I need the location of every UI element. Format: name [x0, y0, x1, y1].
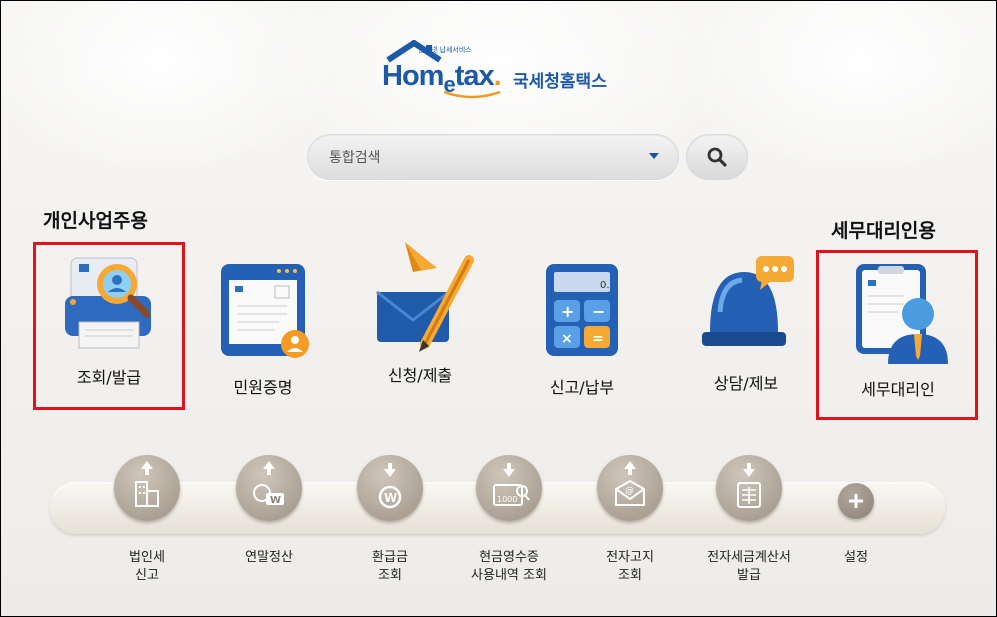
- search-button[interactable]: [686, 134, 748, 180]
- svg-text:W: W: [270, 495, 281, 506]
- logo-swoosh: [443, 90, 501, 99]
- svg-text:0.: 0.: [600, 280, 610, 291]
- menu-tile-tax-agent[interactable]: 세무대리인: [828, 264, 968, 400]
- quick-btn-cash-receipt[interactable]: 1000: [476, 455, 542, 521]
- quick-label-corporate-tax: 법인세 신고: [129, 550, 165, 583]
- receipt-search-icon: 1000: [493, 463, 530, 506]
- quick-label-year-end-settlement: 연말정산: [245, 550, 293, 565]
- menu-tile-consultation[interactable]: 상담/제보: [676, 252, 816, 394]
- dropdown-arrow-icon[interactable]: [649, 153, 659, 159]
- quick-btn-corporate-tax[interactable]: [114, 455, 180, 521]
- svg-text:1000: 1000: [497, 495, 517, 504]
- quick-label-refund-inquiry: 환급금 조회: [372, 550, 408, 583]
- menu-tile-civil-certificate[interactable]: 민원증명: [193, 262, 333, 398]
- logo-tagline: 인터넷 납세서비스: [418, 46, 472, 54]
- logo-korean-name: 국세청홈택스: [513, 72, 607, 92]
- section-label-agent: 세무대리인용: [831, 220, 936, 242]
- magnifier-document-icon: [59, 252, 159, 352]
- quick-label-settings: 설정: [844, 550, 868, 565]
- quick-btn-refund-inquiry[interactable]: W: [357, 455, 423, 521]
- building-upload-icon: [135, 461, 159, 507]
- menu-tile-inquiry[interactable]: 조회/발급: [39, 252, 179, 388]
- quick-btn-e-tax-invoice[interactable]: [716, 455, 782, 521]
- agent-person-icon: [848, 264, 948, 364]
- won-person-upload-icon: W: [253, 461, 284, 506]
- invoice-download-icon: [737, 463, 761, 508]
- svg-text:+: +: [561, 302, 574, 321]
- siren-chat-icon: [696, 252, 796, 352]
- menu-tile-label: 신청/제출: [387, 366, 453, 385]
- calculator-icon: 0. + − × =: [532, 262, 632, 362]
- svg-text:×: ×: [561, 331, 573, 347]
- quick-label-cash-receipt: 현금영수증 사용내역 조회: [471, 550, 547, 583]
- certificate-document-icon: [213, 262, 313, 362]
- quick-label-e-notice: 전자고지 조회: [606, 550, 654, 583]
- svg-text:=: =: [592, 331, 604, 347]
- search-input[interactable]: [329, 134, 619, 180]
- menu-tile-label: 민원증명: [233, 378, 293, 397]
- menu-tile-label: 상담/제보: [713, 374, 779, 393]
- hometax-logo[interactable]: 인터넷 납세서비스 Hometax. 국세청홈택스: [382, 38, 632, 100]
- menu-tile-label: 신고/납부: [549, 378, 615, 397]
- search-icon: [707, 147, 727, 167]
- search-box: [307, 134, 679, 180]
- email-envelope-icon: @: [615, 461, 645, 506]
- plus-icon: [849, 494, 863, 508]
- quick-btn-e-notice[interactable]: @: [597, 455, 663, 521]
- menu-tile-label: 조회/발급: [76, 368, 142, 387]
- won-refund-icon: W: [378, 463, 402, 509]
- section-label-individual: 개인사업주용: [43, 210, 148, 232]
- menu-tile-label: 세무대리인: [861, 380, 935, 399]
- envelope-pencil-icon: [365, 240, 475, 360]
- logo-wordmark: Hometax.: [382, 60, 502, 97]
- menu-tile-tax-filing[interactable]: 0. + − × = 신고/납부: [512, 262, 652, 398]
- svg-text:W: W: [384, 491, 397, 505]
- svg-text:−: −: [592, 302, 605, 321]
- menu-tile-application[interactable]: 신청/제출: [350, 240, 490, 386]
- quick-btn-year-end-settlement[interactable]: W: [236, 455, 302, 521]
- svg-text:@: @: [625, 486, 634, 496]
- quick-btn-settings[interactable]: [838, 483, 874, 519]
- quick-label-e-tax-invoice: 전자세금계산서 발급: [707, 550, 791, 583]
